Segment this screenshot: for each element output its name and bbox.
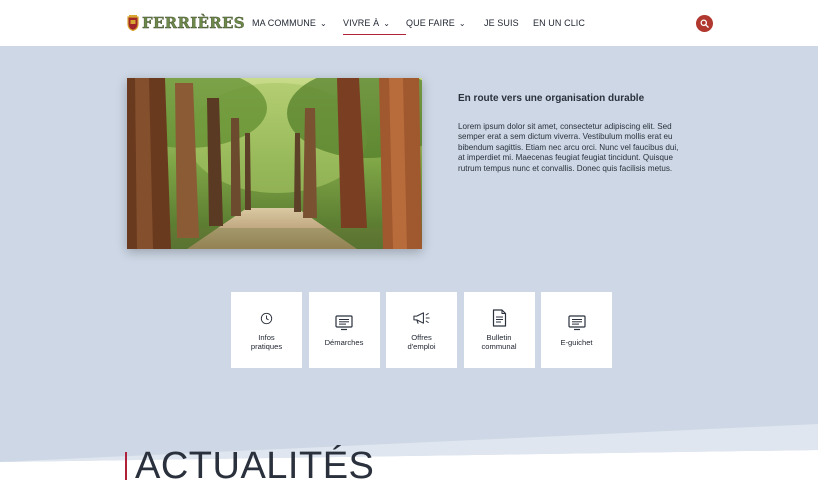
band-wave-divider (0, 416, 818, 462)
nav-vivre-a[interactable]: VIVRE À ⌄ (343, 0, 406, 46)
tile-offres-emploi[interactable]: Offres d'emploi (386, 292, 457, 368)
hero-text: Lorem ipsum dolor sit amet, consectetur … (458, 122, 679, 173)
tile-label: Démarches (324, 337, 364, 347)
site-header: FERRIÈRES MA COMMUNE ⌄ VIVRE À ⌄ QUE FAI… (0, 0, 818, 46)
chevron-down-icon: ⌄ (383, 18, 391, 28)
document-icon (490, 309, 508, 327)
main-nav: MA COMMUNE ⌄ VIVRE À ⌄ QUE FAIRE ⌄ JE SU… (252, 0, 593, 46)
nav-label: QUE FAIRE (406, 18, 455, 28)
chevron-down-icon: ⌄ (458, 18, 466, 28)
tile-label: E-guichet (560, 337, 593, 347)
nav-ma-commune[interactable]: MA COMMUNE ⌄ (252, 0, 343, 46)
nav-label: JE SUIS (484, 18, 519, 28)
tile-bulletin-communal[interactable]: Bulletin communal (463, 292, 535, 368)
search-icon (700, 19, 709, 28)
nav-que-faire[interactable]: QUE FAIRE ⌄ (406, 0, 484, 46)
nav-je-suis[interactable]: JE SUIS (484, 0, 533, 46)
nav-label: MA COMMUNE (252, 18, 316, 28)
chevron-down-icon: ⌄ (320, 18, 327, 28)
site-logo[interactable]: FERRIÈRES (127, 13, 245, 33)
tile-demarches[interactable]: Démarches (308, 292, 380, 368)
tile-e-guichet[interactable]: E-guichet (541, 292, 612, 368)
nav-label: EN UN CLIC (533, 18, 586, 28)
coat-of-arms-icon (127, 15, 139, 32)
monitor-icon (567, 314, 586, 332)
megaphone-icon (412, 309, 431, 327)
hero-image (127, 78, 422, 249)
tile-label: Bulletin communal (481, 333, 517, 351)
quick-links: Infos pratiques Démarches Offres d'emplo… (231, 292, 612, 368)
logo-text: FERRIÈRES (142, 14, 245, 32)
tile-label: Infos pratiques (250, 333, 283, 351)
search-button[interactable] (696, 15, 713, 32)
nav-label: VIVRE À (343, 18, 380, 28)
monitor-icon (335, 314, 353, 332)
clock-icon (258, 309, 276, 327)
hero-title: En route vers une organisation durable (458, 93, 645, 104)
news-section-heading: ACTUALITÉS (125, 446, 374, 486)
heading-accent-bar (125, 452, 127, 480)
tile-label: Offres d'emploi (407, 333, 436, 351)
nav-en-un-clic[interactable]: EN UN CLIC (533, 0, 593, 46)
tile-infos-pratiques[interactable]: Infos pratiques (231, 292, 302, 368)
news-title: ACTUALITÉS (135, 445, 375, 487)
